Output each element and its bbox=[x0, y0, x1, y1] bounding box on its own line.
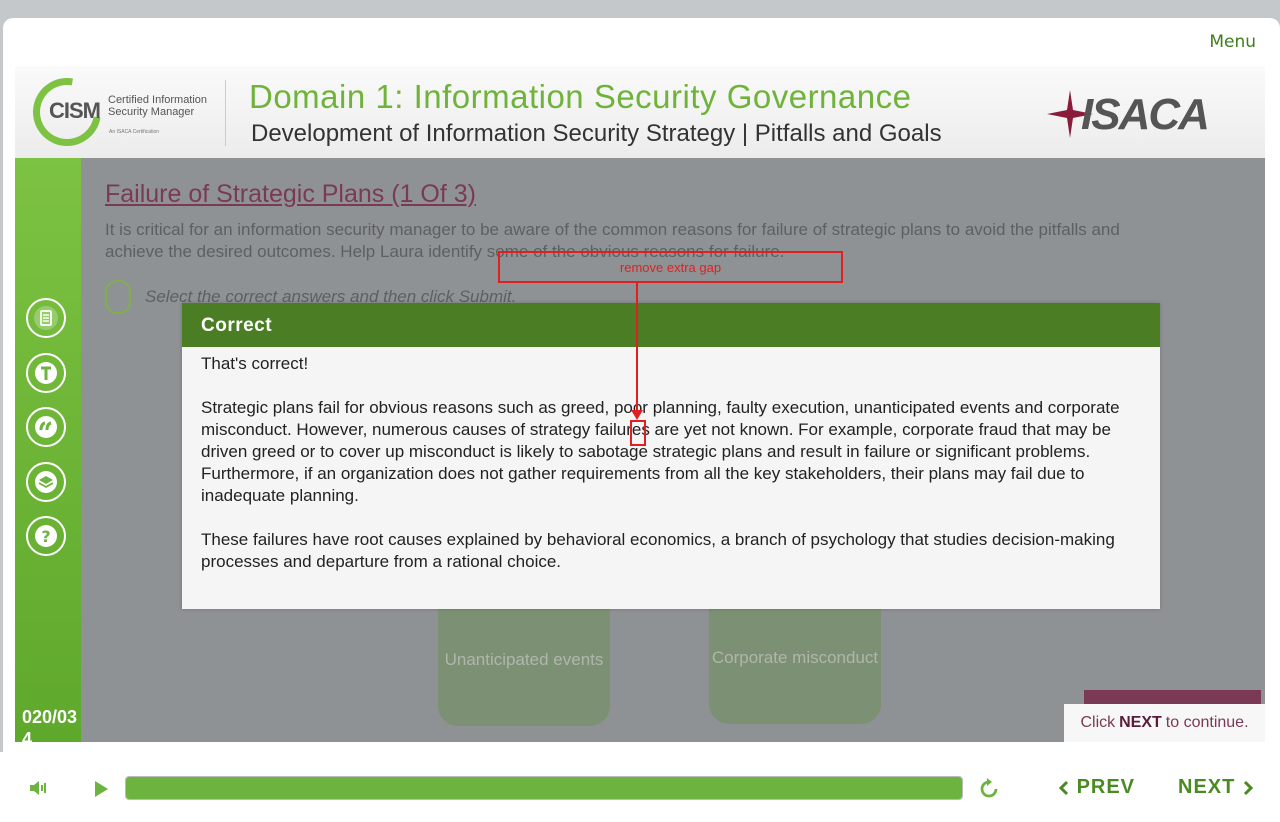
review-note-line bbox=[636, 283, 638, 416]
feedback-paragraph: That's correct! bbox=[201, 354, 309, 373]
next-button[interactable]: NEXT bbox=[1178, 776, 1254, 799]
player-controls: PREV NEXT bbox=[0, 752, 1280, 822]
feedback-paragraph: These failures have root causes explaine… bbox=[201, 530, 1115, 571]
puzzle-label: Unanticipated events bbox=[444, 650, 604, 669]
help-icon[interactable]: ? bbox=[26, 516, 66, 556]
mouse-icon bbox=[105, 280, 131, 314]
quote-icon[interactable] bbox=[26, 407, 66, 447]
puzzle-label: Corporate misconduct bbox=[711, 648, 879, 667]
course-title: Domain 1: Information Security Governanc… bbox=[249, 78, 912, 115]
page-counter: 020/034 bbox=[22, 707, 78, 742]
header-divider bbox=[225, 80, 226, 146]
feedback-paragraph: Strategic plans fail for obvious reasons… bbox=[201, 398, 1120, 505]
continue-prompt: Click NEXT to continue. bbox=[1064, 704, 1265, 742]
puzzle-piece-unanticipated[interactable]: Unanticipated events bbox=[438, 594, 610, 726]
layers-icon[interactable] bbox=[26, 462, 66, 502]
review-note-label: remove extra gap bbox=[619, 260, 722, 275]
volume-icon[interactable] bbox=[28, 778, 50, 803]
course-subtitle: Development of Information Security Stra… bbox=[251, 120, 942, 147]
review-target-box bbox=[630, 420, 646, 446]
isaca-logo: ISACA bbox=[1045, 84, 1225, 139]
prev-label: PREV bbox=[1076, 776, 1136, 798]
sidebar: ? 020/034 bbox=[15, 158, 81, 742]
replay-icon[interactable] bbox=[976, 776, 1002, 807]
cism-full-name: Certified Information Security Manager bbox=[108, 94, 208, 118]
feedback-heading: Correct bbox=[182, 303, 1160, 347]
continue-suffix: to continue. bbox=[1165, 714, 1249, 731]
isaca-wordmark: ISACA bbox=[1081, 90, 1210, 139]
feedback-dialog: Correct That's correct! Strategic plans … bbox=[182, 303, 1160, 609]
cism-logo: CISM Certified Information Security Mana… bbox=[19, 64, 213, 160]
puzzle-piece-corporate[interactable]: Corporate misconduct bbox=[709, 592, 881, 724]
cism-abbr: CISM bbox=[49, 98, 101, 123]
play-icon[interactable] bbox=[92, 780, 110, 803]
cism-tagline: An ISACA Certification bbox=[109, 129, 160, 135]
svg-text:?: ? bbox=[41, 527, 50, 546]
next-label: NEXT bbox=[1178, 776, 1236, 798]
feedback-body: That's correct! Strategic plans fail for… bbox=[182, 347, 1160, 573]
slide-title: Failure of Strategic Plans (1 Of 3) bbox=[105, 180, 476, 208]
progress-fill bbox=[126, 777, 962, 799]
continue-prefix: Click bbox=[1080, 714, 1116, 731]
continue-next-word: NEXT bbox=[1119, 714, 1162, 731]
menu-link[interactable]: Menu bbox=[1209, 32, 1256, 52]
notes-icon[interactable] bbox=[26, 298, 66, 338]
chevron-right-icon bbox=[1243, 780, 1254, 795]
prev-button[interactable]: PREV bbox=[1058, 776, 1135, 799]
course-header: CISM Certified Information Security Mana… bbox=[15, 64, 1265, 160]
transcript-icon[interactable] bbox=[26, 353, 66, 393]
review-arrow-icon bbox=[631, 410, 643, 420]
chevron-left-icon bbox=[1058, 780, 1069, 795]
progress-bar[interactable] bbox=[125, 776, 963, 800]
